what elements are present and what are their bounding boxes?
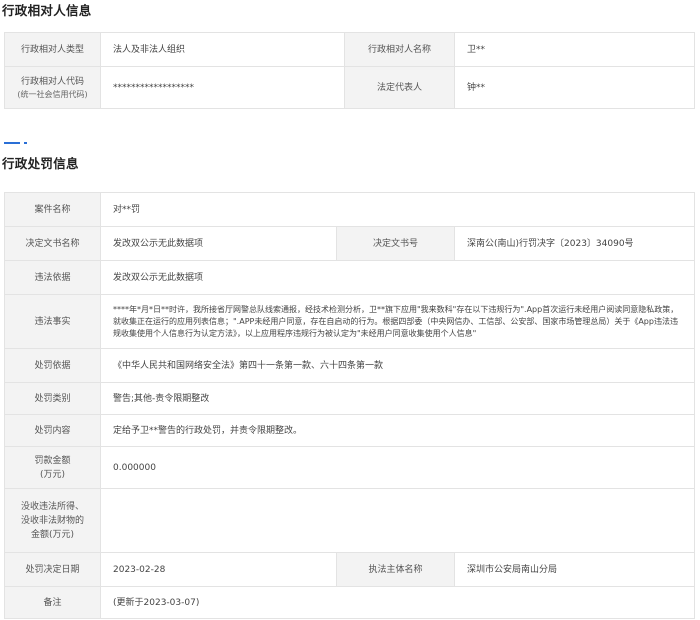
section-accent-bar xyxy=(4,142,20,144)
party-code-sublabel: (统一社会信用代码) xyxy=(17,89,88,99)
confiscated-amount-label: 没收违法所得、 没收非法财物的 金额(万元) xyxy=(4,488,101,553)
confiscated-amount-value xyxy=(99,488,696,553)
confiscated-label-line3: 金额(万元) xyxy=(30,529,75,540)
party-type-value: 法人及非法人组织 xyxy=(100,32,345,67)
table-row: 违法依据 发改双公示无此数据项 xyxy=(4,260,696,295)
penalty-basis-label: 处罚依据 xyxy=(4,348,101,383)
legal-rep-label: 法定代表人 xyxy=(344,66,455,109)
doc-number-label: 决定文书号 xyxy=(336,226,455,261)
party-info-table: 行政相对人类型 法人及非法人组织 行政相对人名称 卫** 行政相对人代码 (统一… xyxy=(4,32,695,109)
doc-name-value: 发改双公示无此数据项 xyxy=(100,226,337,261)
decision-date-label: 处罚决定日期 xyxy=(4,552,101,587)
doc-number-value: 深南公(南山)行罚决字〔2023〕34090号 xyxy=(453,226,696,261)
authority-label: 执法主体名称 xyxy=(336,552,455,587)
illegal-facts-value: ****年*月*日**时许，我所接省厅网警总队线索通报，经技术检测分析，卫**旗… xyxy=(99,294,696,349)
penalty-section-title: 行政处罚信息 xyxy=(2,156,79,171)
section-accent-dot xyxy=(24,142,27,144)
confiscated-label-line1: 没收违法所得、 xyxy=(20,501,84,512)
table-row: 处罚依据 《中华人民共和国网络安全法》第四十一条第一款、六十四条第一款 xyxy=(4,348,696,383)
penalty-basis-value: 《中华人民共和国网络安全法》第四十一条第一款、六十四条第一款 xyxy=(99,348,696,383)
case-name-label: 案件名称 xyxy=(4,192,101,227)
decision-date-value: 2023-02-28 xyxy=(100,552,337,587)
table-row: 处罚类别 警告;其他-责令限期整改 xyxy=(4,382,696,415)
confiscated-label-line2: 没收非法财物的 xyxy=(20,515,84,526)
table-row: 案件名称 对**罚 xyxy=(4,192,696,227)
illegal-facts-label: 违法事实 xyxy=(4,294,101,349)
legal-rep-value: 钟** xyxy=(454,66,695,109)
party-section-title: 行政相对人信息 xyxy=(2,3,92,18)
table-row: 罚款金额 (万元) 0.000000 xyxy=(4,446,696,489)
remark-value: (更新于2023-03-07) xyxy=(99,586,696,619)
table-row: 决定文书名称 发改双公示无此数据项 决定文书号 深南公(南山)行罚决字〔2023… xyxy=(4,226,696,261)
doc-name-label: 决定文书名称 xyxy=(4,226,101,261)
party-name-value: 卫** xyxy=(454,32,695,67)
penalty-content-value: 定给予卫**警告的行政处罚，并责令限期整改。 xyxy=(99,414,696,447)
party-code-value: ****************** xyxy=(100,66,345,109)
party-type-label: 行政相对人类型 xyxy=(4,32,101,67)
fine-amount-value: 0.000000 xyxy=(99,446,696,489)
remark-label: 备注 xyxy=(4,586,101,619)
illegal-basis-value: 发改双公示无此数据项 xyxy=(99,260,696,295)
fine-amount-label-line1: 罚款金额 xyxy=(34,455,71,466)
fine-amount-label: 罚款金额 (万元) xyxy=(4,446,101,489)
table-row: 备注 (更新于2023-03-07) xyxy=(4,586,696,619)
authority-value: 深圳市公安局南山分局 xyxy=(453,552,696,587)
party-code-label: 行政相对人代码 (统一社会信用代码) xyxy=(4,66,101,109)
table-row: 行政相对人代码 (统一社会信用代码) ****************** 法定… xyxy=(4,66,695,109)
penalty-category-label: 处罚类别 xyxy=(4,382,101,415)
illegal-basis-label: 违法依据 xyxy=(4,260,101,295)
table-row: 违法事实 ****年*月*日**时许，我所接省厅网警总队线索通报，经技术检测分析… xyxy=(4,294,696,349)
penalty-content-label: 处罚内容 xyxy=(4,414,101,447)
table-row: 行政相对人类型 法人及非法人组织 行政相对人名称 卫** xyxy=(4,32,695,67)
penalty-category-value: 警告;其他-责令限期整改 xyxy=(99,382,696,415)
table-row: 没收违法所得、 没收非法财物的 金额(万元) xyxy=(4,488,696,553)
fine-amount-label-line2: (万元) xyxy=(39,469,66,480)
case-name-value: 对**罚 xyxy=(99,192,696,227)
penalty-info-table: 案件名称 对**罚 决定文书名称 发改双公示无此数据项 决定文书号 深南公(南山… xyxy=(4,192,696,619)
table-row: 处罚决定日期 2023-02-28 执法主体名称 深圳市公安局南山分局 xyxy=(4,552,696,587)
party-code-label-text: 行政相对人代码 xyxy=(20,76,84,87)
table-row: 处罚内容 定给予卫**警告的行政处罚，并责令限期整改。 xyxy=(4,414,696,447)
party-name-label: 行政相对人名称 xyxy=(344,32,455,67)
